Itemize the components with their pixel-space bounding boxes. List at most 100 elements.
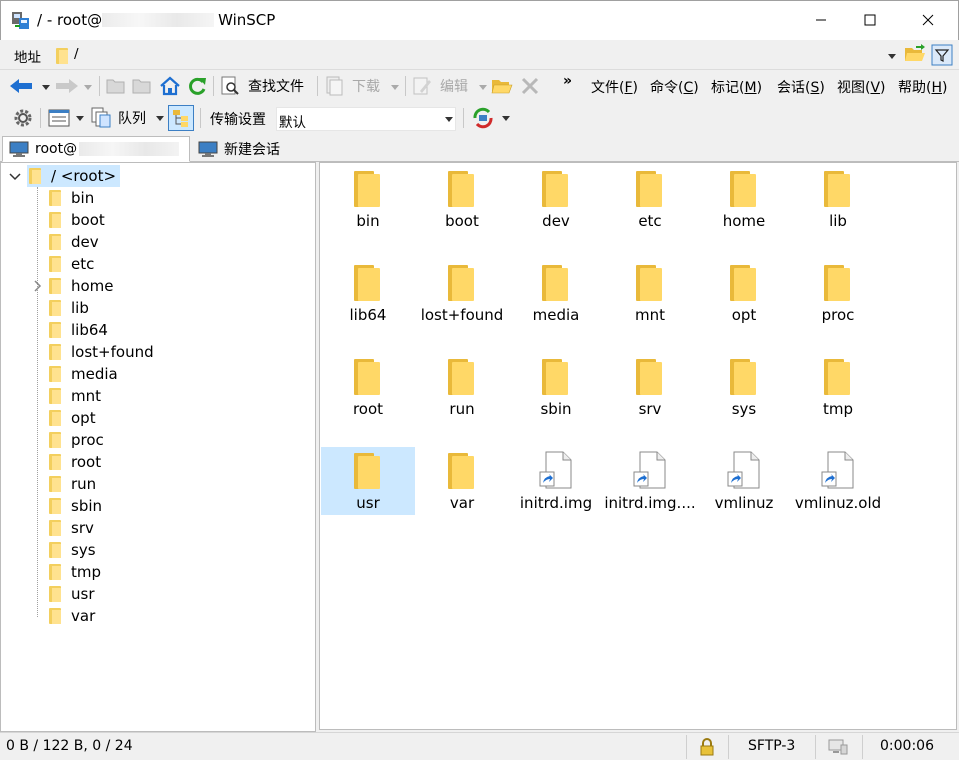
download-dropdown-icon[interactable] bbox=[391, 85, 399, 90]
tree-item[interactable]: sys bbox=[49, 539, 96, 561]
tab-session[interactable]: root@ bbox=[2, 136, 190, 162]
folder-item[interactable]: srv bbox=[603, 353, 697, 421]
menu-commands-text: 命令( bbox=[650, 80, 684, 96]
parent-directory-icon[interactable] bbox=[106, 77, 126, 95]
open-folder-icon[interactable] bbox=[904, 44, 926, 64]
folder-item[interactable]: tmp bbox=[791, 353, 885, 421]
maximize-button[interactable] bbox=[847, 1, 893, 39]
symlink-file-item[interactable]: vmlinuz.old bbox=[791, 447, 885, 515]
menu-session[interactable]: 会话(S) bbox=[777, 77, 825, 97]
view-style-dropdown-icon[interactable] bbox=[76, 116, 84, 121]
folder-item[interactable]: usr bbox=[321, 447, 415, 515]
tree-item[interactable]: run bbox=[49, 473, 96, 495]
tree-item[interactable]: tmp bbox=[49, 561, 101, 583]
back-arrow-icon[interactable] bbox=[10, 79, 34, 93]
edit-button[interactable]: 编辑 bbox=[412, 76, 468, 96]
address-dropdown-icon[interactable] bbox=[888, 54, 896, 59]
menu-mark[interactable]: 标记(M) bbox=[711, 77, 762, 97]
folder-item[interactable]: root bbox=[321, 353, 415, 421]
folder-item[interactable]: dev bbox=[509, 165, 603, 233]
minimize-button[interactable] bbox=[798, 1, 844, 39]
file-panel[interactable]: bin boot dev etc home lib lib64 lost+found media… bbox=[319, 162, 957, 730]
preferences-gear-icon[interactable] bbox=[12, 107, 34, 129]
winscp-app-icon[interactable] bbox=[11, 10, 31, 30]
folder-item[interactable]: media bbox=[509, 259, 603, 327]
folder-item[interactable]: boot bbox=[415, 165, 509, 233]
toolbar-separator bbox=[463, 108, 464, 128]
folder-item[interactable]: opt bbox=[697, 259, 791, 327]
folder-item[interactable]: etc bbox=[603, 165, 697, 233]
refresh-icon[interactable] bbox=[186, 75, 208, 97]
edit-dropdown-icon[interactable] bbox=[479, 85, 487, 90]
tree-root-item[interactable]: / <root> bbox=[27, 165, 121, 187]
tree-item[interactable]: proc bbox=[49, 429, 104, 451]
folder-item[interactable]: proc bbox=[791, 259, 885, 327]
home-icon[interactable] bbox=[159, 75, 181, 97]
folder-item[interactable]: lib64 bbox=[321, 259, 415, 327]
tree-item[interactable]: lost+found bbox=[49, 341, 154, 363]
menu-file[interactable]: 文件(F) bbox=[591, 77, 638, 97]
view-style-icon[interactable] bbox=[48, 108, 70, 128]
symlink-file-item[interactable]: vmlinuz bbox=[697, 447, 791, 515]
open-icon[interactable] bbox=[491, 76, 513, 96]
queue-button[interactable]: 队列 bbox=[90, 107, 146, 129]
close-button[interactable] bbox=[905, 1, 951, 39]
filter-icon[interactable] bbox=[931, 44, 953, 66]
folder-icon bbox=[354, 171, 382, 207]
synchronize-dropdown-icon[interactable] bbox=[502, 116, 510, 121]
shortcut-file-icon bbox=[539, 451, 572, 489]
folder-icon bbox=[730, 359, 758, 395]
download-button[interactable]: 下载 bbox=[324, 76, 380, 96]
tree-item[interactable]: var bbox=[49, 605, 95, 627]
folder-item[interactable]: sbin bbox=[509, 353, 603, 421]
tree-item[interactable]: opt bbox=[49, 407, 96, 429]
directory-tree[interactable]: / <root> bin boot dev etc home lib lib64 lost+f… bbox=[0, 162, 316, 732]
folder-item[interactable]: lib bbox=[791, 165, 885, 233]
tree-item[interactable]: lib64 bbox=[49, 319, 108, 341]
tree-item[interactable]: home bbox=[49, 275, 114, 297]
tab-new-session[interactable]: 新建会话 bbox=[192, 136, 286, 162]
folder-item[interactable]: mnt bbox=[603, 259, 697, 327]
synchronize-icon[interactable] bbox=[471, 107, 495, 129]
tree-item[interactable]: srv bbox=[49, 517, 94, 539]
chevron-right-icon[interactable] bbox=[31, 280, 43, 292]
folder-item[interactable]: var bbox=[415, 447, 509, 515]
tree-item[interactable]: bin bbox=[49, 187, 94, 209]
maximize-icon bbox=[864, 14, 876, 26]
symlink-file-item[interactable]: initrd.img.... bbox=[603, 447, 697, 515]
menu-commands[interactable]: 命令(C) bbox=[650, 77, 699, 97]
folder-icon bbox=[49, 300, 61, 316]
address-input[interactable]: / bbox=[50, 45, 900, 67]
menu-help[interactable]: 帮助(H) bbox=[898, 77, 947, 97]
folder-item[interactable]: lost+found bbox=[415, 259, 509, 327]
toolbar-overflow-chevron[interactable]: » bbox=[563, 73, 572, 89]
root-directory-icon[interactable] bbox=[132, 77, 152, 95]
tree-item[interactable]: etc bbox=[49, 253, 94, 275]
status-divider bbox=[815, 735, 816, 759]
tree-item[interactable]: dev bbox=[49, 231, 99, 253]
queue-dropdown-icon[interactable] bbox=[156, 116, 164, 121]
tree-item[interactable]: boot bbox=[49, 209, 105, 231]
folder-item[interactable]: sys bbox=[697, 353, 791, 421]
chevron-down-icon[interactable] bbox=[9, 171, 21, 183]
tree-item[interactable]: mnt bbox=[49, 385, 101, 407]
delete-icon[interactable] bbox=[520, 76, 540, 96]
forward-dropdown-icon[interactable] bbox=[84, 85, 92, 90]
forward-arrow-icon[interactable] bbox=[54, 79, 78, 93]
menu-view[interactable]: 视图(V) bbox=[837, 77, 886, 97]
find-files-button[interactable]: 查找文件 bbox=[220, 76, 304, 96]
tree-item[interactable]: usr bbox=[49, 583, 95, 605]
tree-item[interactable]: root bbox=[49, 451, 101, 473]
folder-item[interactable]: home bbox=[697, 165, 791, 233]
back-dropdown-icon[interactable] bbox=[42, 85, 50, 90]
tree-item[interactable]: sbin bbox=[49, 495, 102, 517]
transfer-settings-select[interactable]: 默认 bbox=[276, 107, 456, 131]
folder-icon bbox=[354, 453, 382, 489]
tree-item-label: mnt bbox=[71, 387, 101, 405]
folder-item[interactable]: run bbox=[415, 353, 509, 421]
tree-item[interactable]: lib bbox=[49, 297, 89, 319]
tree-item[interactable]: media bbox=[49, 363, 118, 385]
tree-toggle-button[interactable] bbox=[168, 105, 194, 131]
symlink-file-item[interactable]: initrd.img bbox=[509, 447, 603, 515]
folder-item[interactable]: bin bbox=[321, 165, 415, 233]
